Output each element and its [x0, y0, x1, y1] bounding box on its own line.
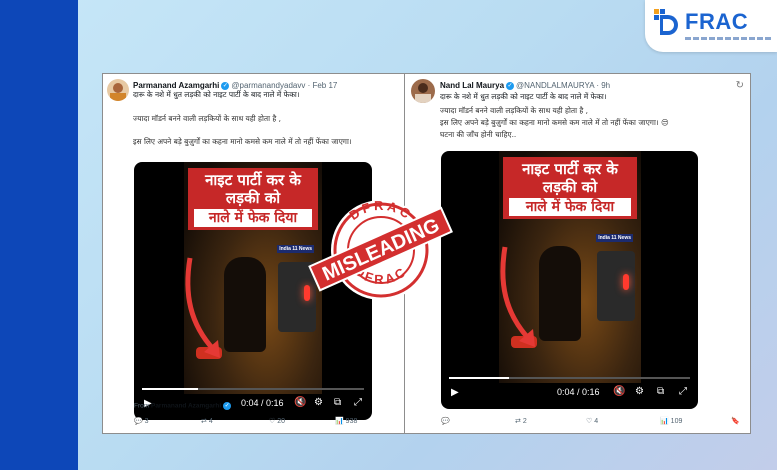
settings-gear-icon[interactable]: ⚙: [314, 397, 323, 408]
dfrac-logo: FRAC: [645, 0, 777, 52]
repost-action[interactable]: ⇄ 4: [201, 417, 213, 425]
video-controls: ▶ 0:04 / 0:16 🔇 ⚙ ⧉ ⤢: [441, 379, 698, 409]
tweet-text-line-1: दारू के नशे में धुत लड़की को नाइट पार्टी…: [133, 90, 300, 99]
video-headline-banner: नाइट पार्टी कर के लड़की को नाले में फेक …: [188, 168, 318, 230]
views-chart-icon: 📊: [335, 418, 344, 425]
settings-gear-icon[interactable]: ⚙: [635, 386, 644, 397]
from-label: From: [134, 402, 150, 410]
author-handle[interactable]: @parmanandyadavv: [231, 81, 305, 90]
tweet-text-line-4: घटना की जाँच होनी चाहिए..: [440, 130, 517, 139]
verified-badge-icon: ✓: [506, 81, 515, 90]
views-action[interactable]: 📊 938: [335, 417, 357, 425]
dfrac-logo-tagline: [685, 37, 773, 40]
mute-icon[interactable]: 🔇: [294, 397, 306, 408]
tweet-text-line-2: ज्यादा मॉडर्न बनने वाली लड़कियों के साथ …: [440, 106, 588, 115]
video-frame: नाइट पार्टी कर के लड़की को नाले में फेक …: [184, 162, 322, 394]
verified-badge-icon: ✓: [223, 402, 232, 410]
verified-badge-icon: ✓: [221, 81, 230, 90]
video-timestamp: 0:04 / 0:16: [557, 387, 600, 397]
left-accent-bar: [0, 0, 78, 470]
dfrac-logo-text: FRAC: [685, 9, 749, 34]
tweet-header: Nand Lal Maurya ✓ @NANDLALMAURYA · 9h: [440, 81, 611, 90]
view-count: 938: [345, 418, 358, 425]
view-count: 109: [670, 418, 683, 425]
avatar[interactable]: [107, 79, 129, 101]
tweet-header: Parmanand Azamgarhi ✓ @parmanandyadavv · F…: [133, 81, 338, 90]
news-channel-badge: India 11 News: [596, 234, 633, 242]
views-action[interactable]: 📊 109: [660, 417, 682, 425]
repost-count: 2: [522, 418, 527, 425]
reply-icon: 💬: [134, 418, 143, 425]
bookmark-icon: 🔖: [731, 418, 740, 425]
tweet-date[interactable]: Feb 17: [312, 81, 337, 90]
video-headline-banner: नाइट पार्टी कर के लड़की को नाले में फेक …: [503, 157, 637, 219]
dfrac-logo-mark-icon: [654, 9, 678, 35]
repost-icon: ⇄: [515, 418, 521, 425]
from-attribution: From Parmanand Azamgarhi ✓: [134, 402, 233, 410]
author-name[interactable]: Nand Lal Maurya: [440, 81, 504, 90]
pip-icon[interactable]: ⧉: [334, 397, 341, 408]
pip-icon[interactable]: ⧉: [657, 386, 664, 397]
tweet-card-right: Nand Lal Maurya ✓ @NANDLALMAURYA · 9h ↻ दा…: [404, 73, 751, 434]
heart-icon: ♡: [269, 418, 276, 425]
like-action[interactable]: ♡ 4: [586, 417, 598, 425]
reload-icon[interactable]: ↻: [736, 80, 744, 91]
fullscreen-icon[interactable]: ⤢: [354, 397, 362, 408]
banner-line-3: नाले में फेक दिया: [509, 198, 631, 216]
reply-action[interactable]: 💬 3: [134, 417, 149, 425]
video-frame: नाइट पार्टी कर के लड़की को नाले में फेक …: [499, 151, 641, 383]
video-player[interactable]: नाइट पार्टी कर के लड़की को नाले में फेक …: [441, 151, 698, 409]
bookmark-action[interactable]: 🔖: [731, 417, 740, 425]
red-arrow-icon: [500, 246, 535, 347]
author-handle[interactable]: @NANDLALMAURYA: [516, 81, 594, 90]
taillight-shape: [623, 274, 629, 290]
repost-action[interactable]: ⇄ 2: [515, 417, 527, 425]
reply-icon: 💬: [441, 418, 450, 425]
like-count: 4: [594, 418, 599, 425]
banner-line-2: लड़की को: [225, 189, 281, 207]
play-icon[interactable]: ▶: [451, 387, 459, 398]
banner-line-1: नाइट पार्टी कर के: [522, 160, 618, 178]
banner-line-1: नाइट पार्टी कर के: [205, 171, 301, 189]
reply-action[interactable]: 💬: [441, 417, 452, 425]
fullscreen-icon[interactable]: ⤢: [679, 386, 687, 397]
reply-count: 3: [144, 418, 149, 425]
banner-line-2: लड़की को: [542, 178, 598, 196]
tweet-text-line-1: दारू के नशे में धुत लड़की को नाइट पार्टी…: [440, 92, 607, 101]
like-count: 20: [277, 418, 286, 425]
tweet-date[interactable]: 9h: [601, 81, 610, 90]
mute-icon[interactable]: 🔇: [613, 386, 625, 397]
views-chart-icon: 📊: [660, 418, 669, 425]
banner-line-3: नाले में फेक दिया: [194, 209, 312, 227]
from-name[interactable]: Parmanand Azamgarhi: [151, 403, 221, 410]
misleading-stamp: DFRAC DFRAC MISLEADING: [308, 198, 453, 300]
repost-count: 4: [208, 418, 213, 425]
video-timestamp: 0:04 / 0:16: [241, 398, 284, 408]
tweet-text-line-2: ज्यादा मॉडर्न बनने वाली लड़कियों के साथ …: [133, 114, 281, 123]
author-name[interactable]: Parmanand Azamgarhi: [133, 81, 219, 90]
repost-icon: ⇄: [201, 418, 207, 425]
avatar-image: [411, 79, 435, 103]
heart-icon: ♡: [586, 418, 593, 425]
avatar-image: [107, 79, 129, 101]
avatar[interactable]: [411, 79, 435, 103]
tweet-text-line-3: इस लिए अपने बड़े बुज़ुर्गों का कहना मानो…: [133, 137, 352, 146]
red-arrow-icon: [185, 257, 220, 358]
tweet-text-line-3: इस लिए अपने बड़े बुज़ुर्गों का कहना मानो…: [440, 118, 669, 127]
like-action[interactable]: ♡ 20: [269, 417, 285, 425]
car-shape: [597, 251, 635, 321]
